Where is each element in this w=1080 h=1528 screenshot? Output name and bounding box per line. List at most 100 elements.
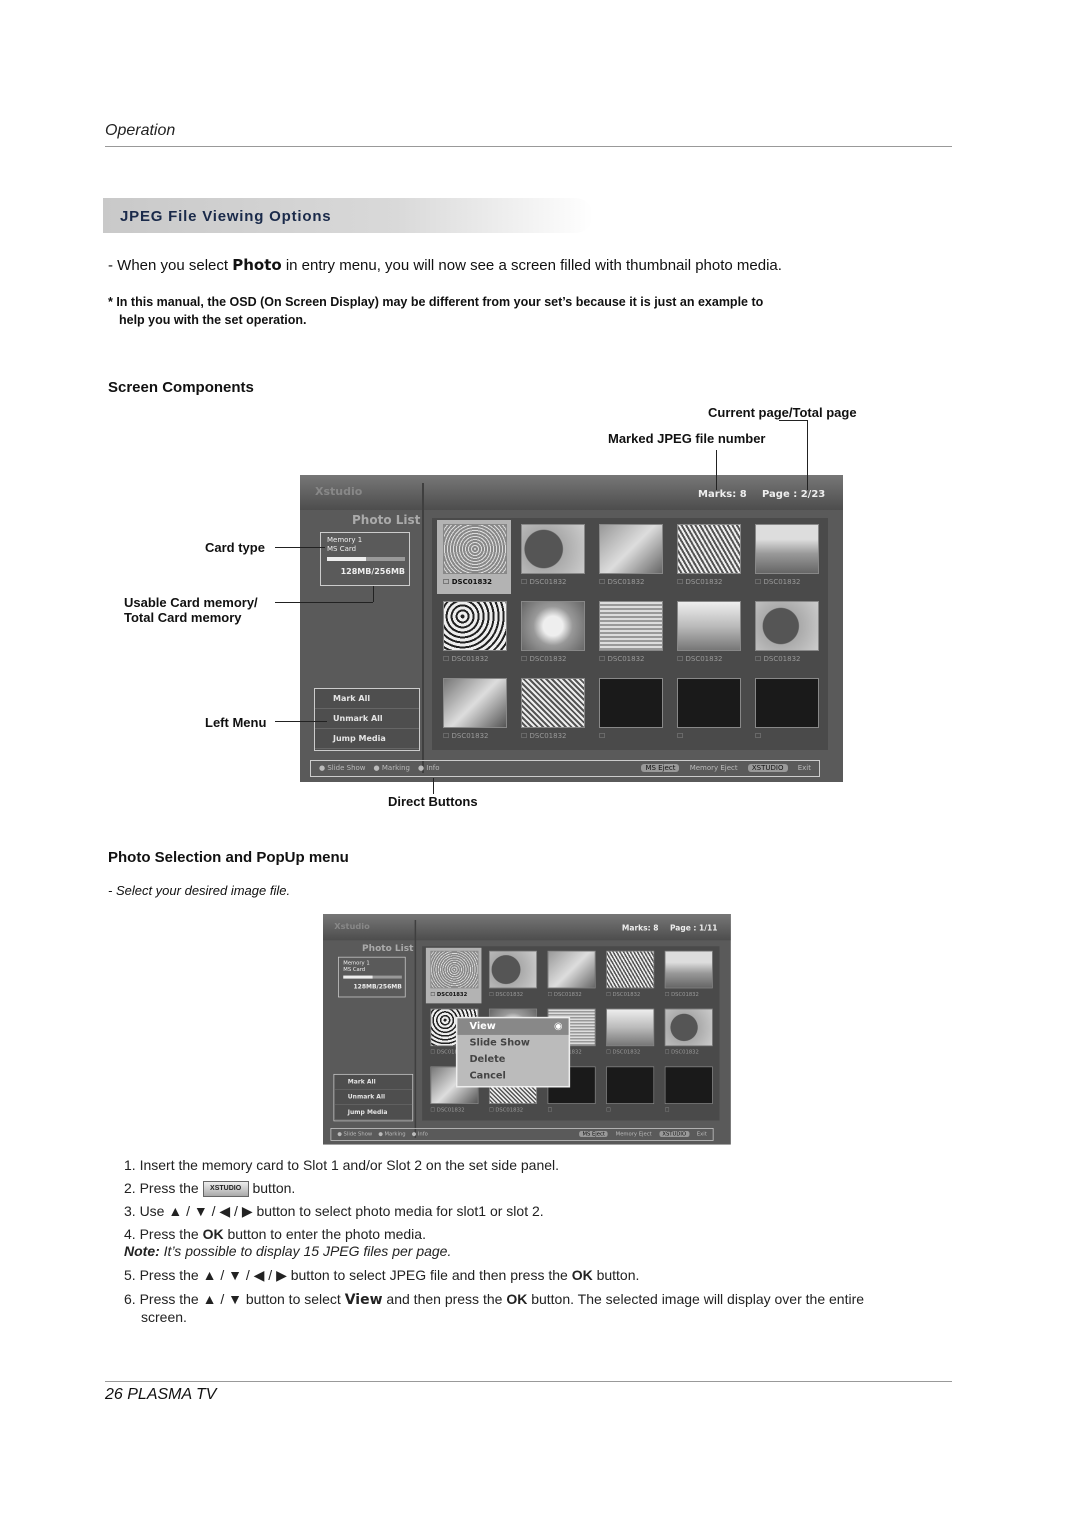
step-6: 6. Press the ▲ / ▼ button to select View… (124, 1291, 865, 1308)
thumbnail-cell[interactable]: ☐ DSC01832 (515, 520, 589, 594)
thumbnail-image (664, 1066, 713, 1105)
thumbnail-image (443, 678, 507, 728)
osd-note: * In this manual, the OSD (On Screen Dis… (108, 295, 764, 309)
memory-bar (343, 975, 402, 979)
file-name: ☐ DSC01832 (664, 991, 699, 998)
file-name: ☐ DSC01832 (521, 578, 567, 586)
thumbnail-cell[interactable]: ☐ DSC01832 (602, 948, 658, 1004)
section-banner: JPEG File Viewing Options (103, 198, 593, 233)
exit-button[interactable]: Exit (798, 764, 811, 772)
marking-button[interactable]: ● Marking (374, 764, 410, 772)
file-name: ☐ (599, 732, 606, 740)
marking-button[interactable]: ● Marking (378, 1131, 405, 1137)
thumbnail-image (488, 950, 538, 989)
file-name: ☐ DSC01832 (443, 655, 489, 663)
left-menu-item[interactable]: Jump Media (315, 729, 419, 749)
manual-page: Operation JPEG File Viewing Options - Wh… (0, 0, 1080, 1528)
file-name: ☐ DSC01832 (599, 578, 645, 586)
thumbnail-cell[interactable]: ☐ DSC01832 (749, 597, 823, 671)
thumbnail-cell[interactable]: ☐ DSC01832 (660, 1006, 716, 1062)
popup-item-view[interactable]: View (457, 1018, 569, 1035)
callout-left-menu: Left Menu (205, 715, 267, 730)
callout-total-memory: Total Card memory (124, 610, 242, 625)
page-indicator: Page : 1/11 (669, 924, 718, 933)
thumbnail-cell[interactable]: ☐ DSC01832 (437, 597, 511, 671)
left-menu: Mark All Unmark All Jump Media (314, 688, 420, 751)
page-indicator: Page : 2/23 (762, 489, 826, 500)
direct-buttons-bar: ● Slide Show ● Marking ● Info MS Eject Memo… (330, 1128, 714, 1141)
thumbnail-cell[interactable]: ☐ DSC01832 (671, 520, 745, 594)
thumbnail-image (677, 601, 741, 651)
leader-line (275, 721, 327, 722)
thumbnail-cell[interactable]: ☐ (593, 674, 667, 748)
thumbnail-image (664, 950, 713, 989)
memory-bar (327, 557, 405, 561)
slide-show-button[interactable]: ● Slide Show (337, 1131, 372, 1137)
thumbnail-cell[interactable]: ☐ DSC01832 (671, 597, 745, 671)
thumbnail-cell[interactable]: ☐ DSC01832 (484, 948, 540, 1004)
thumbnail-cell[interactable]: ☐ DSC01832 (660, 948, 716, 1004)
left-menu-item[interactable]: Mark All (315, 689, 419, 709)
thumbnail-cell[interactable]: ☐ (660, 1063, 716, 1119)
marks-count: Marks: 8 (621, 924, 659, 933)
leader-line (275, 602, 373, 603)
direct-buttons-bar: ● Slide Show ● Marking ● Info MS Eject Memo… (310, 760, 820, 777)
thumbnail-image (606, 1066, 655, 1105)
photo-list-label: Photo List (352, 513, 421, 527)
file-name: ☐ DSC01832 (677, 578, 723, 586)
osd-note-2: help you with the set operation. (119, 313, 307, 327)
file-name: ☐ DSC01832 (755, 655, 801, 663)
exit-key-icon: XSTUDIO (659, 1131, 690, 1138)
file-name: ☐ DSC01832 (488, 1107, 524, 1114)
left-menu-item[interactable]: Unmark All (315, 709, 419, 729)
thumbnail-image (599, 678, 663, 728)
left-menu-item[interactable]: Unmark All (334, 1090, 413, 1105)
step-4: 4. Press the OK button to enter the phot… (124, 1226, 426, 1242)
file-name: ☐ DSC01832 (547, 991, 582, 998)
info-button[interactable]: ● Info (412, 1131, 428, 1137)
file-name: ☐ DSC01832 (443, 732, 489, 740)
thumbnail-cell[interactable]: ☐ DSC01832 (593, 597, 667, 671)
thumbnail-cell[interactable]: ☐ DSC01832 (437, 520, 511, 594)
card-info: Memory 1 MS Card 128MB/256MB (320, 532, 410, 586)
thumbnail-image (677, 524, 741, 574)
thumbnail-image (521, 678, 585, 728)
thumbnail-cell[interactable]: ☐ (749, 674, 823, 748)
footer-divider (105, 1381, 952, 1382)
popup-item-cancel[interactable]: Cancel (457, 1068, 568, 1085)
memory-eject-button[interactable]: Memory Eject (690, 764, 738, 772)
thumbnail-cell[interactable]: ☐ DSC01832 (515, 674, 589, 748)
file-name: ☐ DSC01832 (443, 578, 493, 586)
left-menu-item[interactable]: Mark All (334, 1075, 413, 1090)
file-name: ☐ (755, 732, 762, 740)
exit-button[interactable]: Exit (697, 1131, 707, 1137)
thumbnail-cell[interactable]: ☐ (602, 1063, 658, 1119)
popup-item-delete[interactable]: Delete (457, 1051, 568, 1068)
app-title: Xstudio (315, 485, 363, 498)
thumbnail-image (443, 601, 507, 651)
popup-item-slide-show[interactable]: Slide Show (457, 1035, 568, 1052)
thumbnail-cell[interactable]: ☐ DSC01832 (749, 520, 823, 594)
thumbnail-cell[interactable]: ☐ DSC01832 (425, 947, 482, 1004)
leader-line (716, 450, 717, 490)
memory-eject-button[interactable]: Memory Eject (616, 1131, 652, 1137)
thumbnail-cell[interactable]: ☐ DSC01832 (593, 520, 667, 594)
popup-menu: ViewSlide ShowDeleteCancel (455, 1016, 571, 1088)
file-name: ☐ DSC01832 (430, 1107, 465, 1114)
thumbnail-cell[interactable]: ☐ DSC01832 (602, 1006, 658, 1062)
thumbnail-image (521, 601, 585, 651)
step-3: 3. Use ▲ / ▼ / ◀ / ▶ button to select ph… (124, 1203, 544, 1219)
thumbnail-image (755, 678, 819, 728)
thumbnail-image (606, 950, 655, 989)
callout-current-page: Current page/Total page (708, 405, 857, 420)
info-button[interactable]: ● Info (418, 764, 440, 772)
left-menu-item[interactable]: Jump Media (334, 1105, 413, 1120)
thumbnail-image (547, 950, 596, 989)
leader-line (807, 420, 808, 490)
thumbnail-cell[interactable]: ☐ DSC01832 (437, 674, 511, 748)
file-name: ☐ DSC01832 (599, 655, 645, 663)
thumbnail-cell[interactable]: ☐ DSC01832 (515, 597, 589, 671)
thumbnail-cell[interactable]: ☐ DSC01832 (543, 948, 599, 1004)
thumbnail-cell[interactable]: ☐ (671, 674, 745, 748)
slide-show-button[interactable]: ● Slide Show (319, 764, 366, 772)
